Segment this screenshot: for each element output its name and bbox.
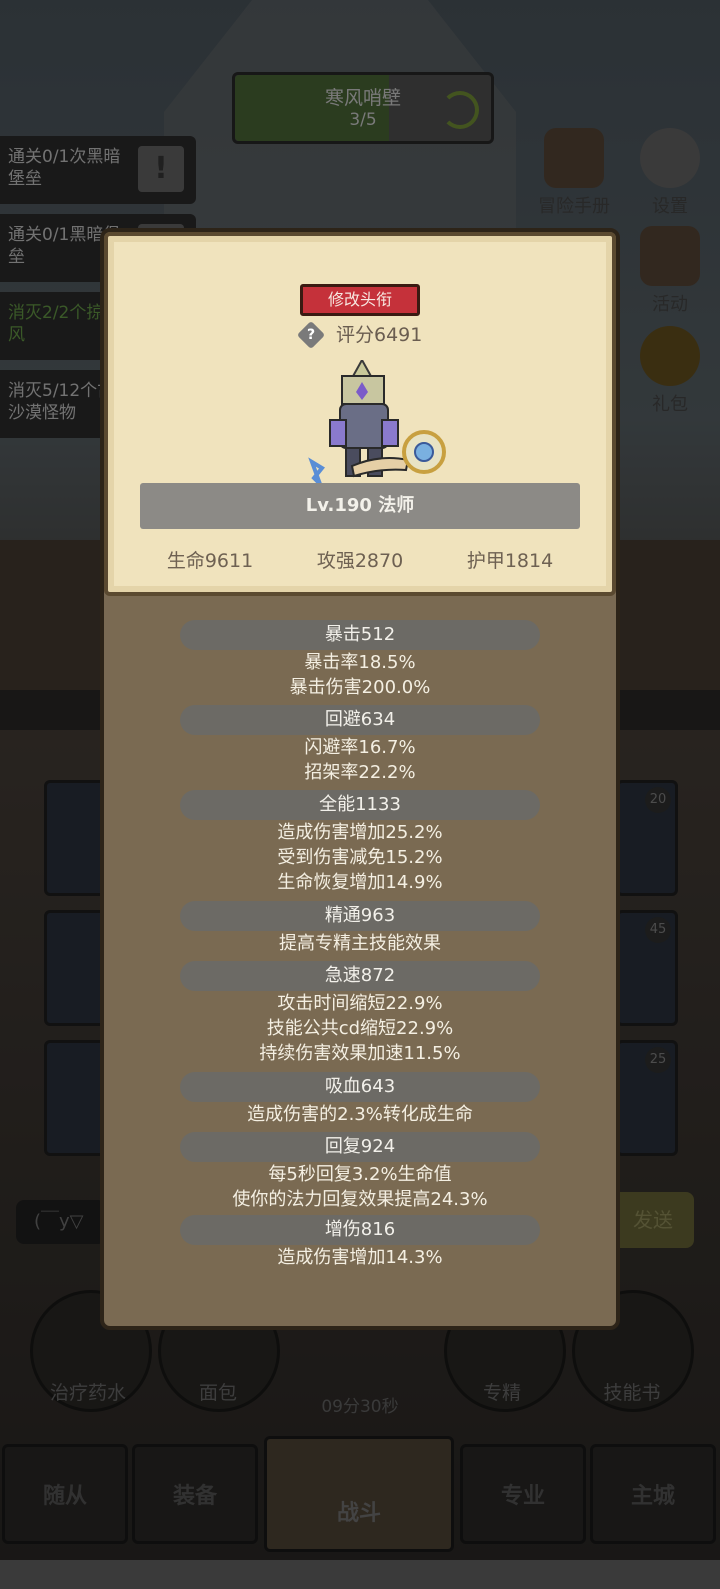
stat-detail: 招架率22.2% bbox=[304, 762, 416, 783]
stat-header-versatility: 全能1133 bbox=[180, 790, 540, 820]
rename-title-button[interactable]: 修改头衔 bbox=[300, 284, 420, 316]
score-label: 评分6491 bbox=[336, 324, 423, 346]
stat-detail: 持续伤害效果加速11.5% bbox=[259, 1043, 461, 1064]
stat-detail: 每5秒回复3.2%生命值 bbox=[268, 1164, 452, 1185]
stat-header-regen: 回复924 bbox=[180, 1132, 540, 1162]
stat-detail: 闪避率16.7% bbox=[304, 737, 416, 758]
stat-detail: 提高专精主技能效果 bbox=[279, 933, 441, 954]
stat-header-avoidance: 回避634 bbox=[180, 705, 540, 735]
stat-detail: 生命恢复增加14.9% bbox=[277, 872, 443, 893]
stat-detail: 暴击伤害200.0% bbox=[289, 677, 431, 698]
stat-detail: 造成伤害增加14.3% bbox=[277, 1247, 443, 1268]
stat-detail: 使你的法力回复效果提高24.3% bbox=[232, 1189, 488, 1210]
armor-stat: 护甲1814 bbox=[466, 550, 554, 572]
stat-header-mastery: 精通963 bbox=[180, 901, 540, 931]
health-stat: 生命9611 bbox=[166, 550, 254, 572]
stat-header-damage-increase: 增伤816 bbox=[180, 1215, 540, 1245]
level-class-label: Lv.190 法师 bbox=[140, 483, 580, 529]
question-diamond-icon[interactable]: ? bbox=[296, 320, 326, 350]
mage-character-sprite bbox=[308, 360, 446, 486]
stat-detail: 技能公共cd缩短22.9% bbox=[266, 1018, 454, 1039]
attack-power-stat: 攻强2870 bbox=[316, 550, 404, 572]
stat-detail: 造成伤害增加25.2% bbox=[277, 822, 443, 843]
stat-detail: 暴击率18.5% bbox=[304, 652, 416, 673]
stat-header-crit: 暴击512 bbox=[180, 620, 540, 650]
stat-detail: 造成伤害的2.3%转化成生命 bbox=[247, 1104, 473, 1125]
stat-detail: 受到伤害减免15.2% bbox=[277, 847, 443, 868]
stat-header-lifesteal: 吸血643 bbox=[180, 1072, 540, 1102]
stat-detail: 攻击时间缩短22.9% bbox=[277, 993, 443, 1014]
stat-header-haste: 急速872 bbox=[180, 961, 540, 991]
